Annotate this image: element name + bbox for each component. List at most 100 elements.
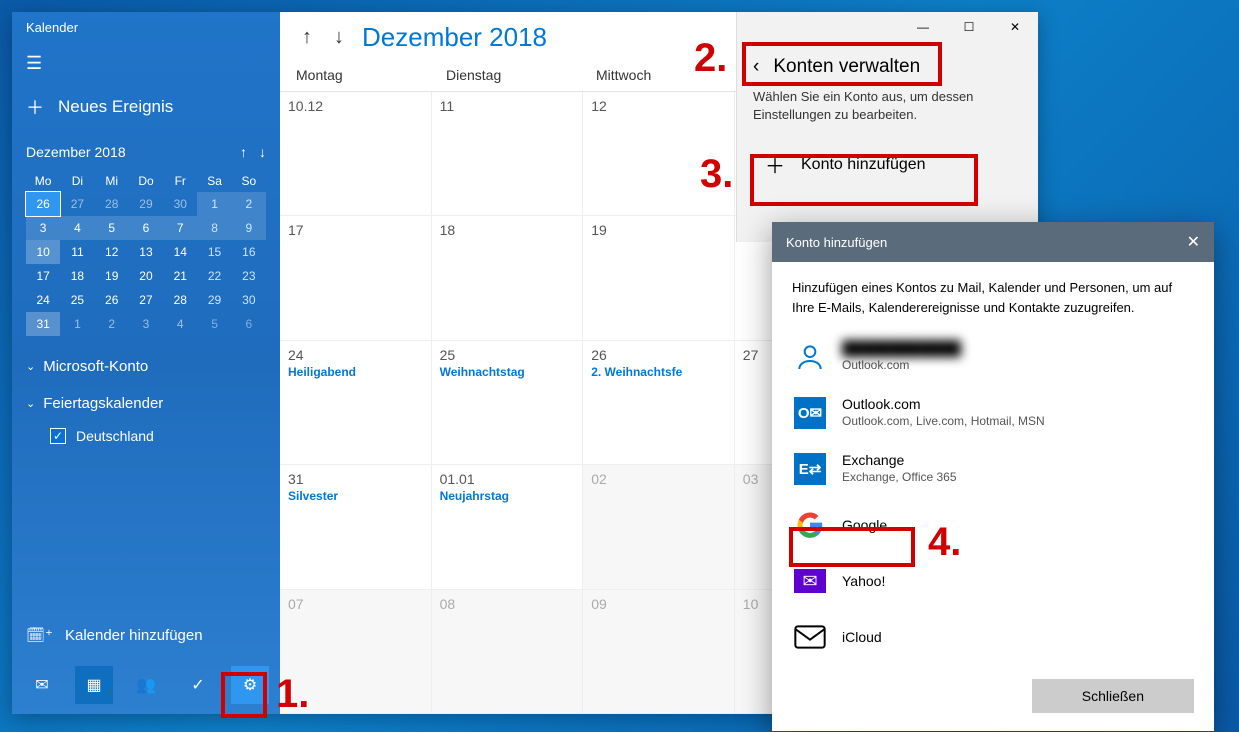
mini-day[interactable]: 17 [26, 264, 60, 288]
mini-day[interactable]: 5 [95, 216, 129, 240]
add-calendar-button[interactable]: 🗓︎⁺ Kalender hinzufügen [12, 614, 280, 656]
checkbox-checked-icon[interactable]: ✓ [50, 428, 66, 444]
hamburger-icon[interactable]: ☰ [12, 43, 280, 84]
account-name: Outlook.com [842, 396, 1045, 412]
account-list: ████████████Outlook.comO✉Outlook.comOutl… [772, 329, 1214, 665]
annotation-box-3 [750, 154, 978, 206]
mini-day[interactable]: 3 [26, 216, 60, 240]
account-name: Exchange [842, 452, 957, 468]
mini-day[interactable]: 20 [129, 264, 163, 288]
day-cell[interactable]: 17 [280, 216, 432, 340]
account-option-user[interactable]: ████████████ Outlook.com [772, 329, 1214, 385]
mini-day[interactable]: 11 [60, 240, 94, 264]
holiday-section[interactable]: ⌄ Feiertagskalender [12, 385, 280, 422]
mini-day[interactable]: 3 [129, 312, 163, 336]
account-option-icloud[interactable]: iCloud [772, 609, 1214, 665]
mini-day[interactable]: 23 [232, 264, 266, 288]
event-label[interactable]: Heiligabend [288, 365, 423, 379]
calendar-icon[interactable]: ▦ [75, 666, 113, 704]
account-option-exchange[interactable]: E⇄ExchangeExchange, Office 365 [772, 441, 1214, 497]
mini-day[interactable]: 25 [60, 288, 94, 312]
mini-weekday: Mi [95, 170, 129, 192]
user-icon [792, 339, 828, 375]
account-sub: Outlook.com, Live.com, Hotmail, MSN [842, 414, 1045, 428]
account-section[interactable]: ⌄ Microsoft-Konto [12, 348, 280, 385]
weekday-label: Dienstag [438, 67, 588, 83]
dialog-close-icon[interactable]: ✕ [1187, 232, 1200, 252]
mini-prev-icon[interactable]: ↑ [240, 144, 247, 160]
mini-day[interactable]: 28 [163, 288, 197, 312]
day-cell[interactable]: 10.12 [280, 92, 432, 216]
day-cell[interactable]: 02 [583, 465, 735, 589]
holiday-item[interactable]: ✓ Deutschland [12, 422, 280, 450]
next-month-icon[interactable]: ↓ [326, 22, 352, 53]
todo-icon[interactable]: ✓ [179, 666, 217, 704]
account-sub: Outlook.com [842, 358, 909, 372]
mini-day[interactable]: 14 [163, 240, 197, 264]
mini-day[interactable]: 7 [163, 216, 197, 240]
event-label[interactable]: Weihnachtstag [440, 365, 575, 379]
event-label[interactable]: Silvester [288, 489, 423, 503]
mini-day[interactable]: 18 [60, 264, 94, 288]
maximize-icon[interactable]: ☐ [946, 12, 992, 42]
mini-day[interactable]: 1 [197, 192, 231, 216]
day-cell[interactable]: 19 [583, 216, 735, 340]
mini-day[interactable]: 26 [95, 288, 129, 312]
mini-day[interactable]: 5 [197, 312, 231, 336]
mini-day[interactable]: 27 [129, 288, 163, 312]
mini-day[interactable]: 30 [163, 192, 197, 216]
mini-day[interactable]: 21 [163, 264, 197, 288]
mini-day[interactable]: 30 [232, 288, 266, 312]
account-option-outlook[interactable]: O✉Outlook.comOutlook.com, Live.com, Hotm… [772, 385, 1214, 441]
day-cell[interactable]: 08 [432, 590, 584, 714]
day-cell[interactable]: 09 [583, 590, 735, 714]
mini-month-label: Dezember 2018 [26, 144, 126, 160]
mini-day[interactable]: 27 [60, 192, 94, 216]
mini-day[interactable]: 2 [95, 312, 129, 336]
close-icon[interactable]: ✕ [992, 12, 1038, 42]
day-cell[interactable]: 01.01Neujahrstag [432, 465, 584, 589]
day-cell[interactable]: 24Heiligabend [280, 341, 432, 465]
close-button[interactable]: Schließen [1032, 679, 1194, 713]
day-cell[interactable]: 11 [432, 92, 584, 216]
mini-next-icon[interactable]: ↓ [259, 144, 266, 160]
prev-month-icon[interactable]: ↑ [294, 22, 320, 53]
mini-day[interactable]: 2 [232, 192, 266, 216]
mini-day[interactable]: 1 [60, 312, 94, 336]
new-event-button[interactable]: ＋ Neues Ereignis [12, 84, 280, 138]
mini-day[interactable]: 6 [129, 216, 163, 240]
mini-day[interactable]: 10 [26, 240, 60, 264]
mini-day[interactable]: 26 [26, 192, 60, 216]
mini-day[interactable]: 16 [232, 240, 266, 264]
mini-day[interactable]: 6 [232, 312, 266, 336]
day-cell[interactable]: 18 [432, 216, 584, 340]
mini-day[interactable]: 12 [95, 240, 129, 264]
mini-day[interactable]: 24 [26, 288, 60, 312]
people-icon[interactable]: 👥 [127, 666, 165, 704]
mini-day[interactable]: 9 [232, 216, 266, 240]
mini-day[interactable]: 4 [60, 216, 94, 240]
minimize-icon[interactable]: — [900, 12, 946, 42]
mail-icon[interactable]: ✉ [23, 666, 61, 704]
plus-icon: ＋ [26, 94, 44, 120]
mini-day[interactable]: 29 [197, 288, 231, 312]
mini-day[interactable]: 13 [129, 240, 163, 264]
account-name: ████████████ [842, 340, 961, 356]
event-label[interactable]: Neujahrstag [440, 489, 575, 503]
holiday-item-label: Deutschland [76, 428, 154, 444]
day-cell[interactable]: 262. Weihnachtsfe [583, 341, 735, 465]
day-cell[interactable]: 25Weihnachtstag [432, 341, 584, 465]
mini-day[interactable]: 8 [197, 216, 231, 240]
mini-day[interactable]: 19 [95, 264, 129, 288]
event-label[interactable]: 2. Weihnachtsfe [591, 365, 726, 379]
mini-day[interactable]: 29 [129, 192, 163, 216]
mini-day[interactable]: 28 [95, 192, 129, 216]
mini-day[interactable]: 22 [197, 264, 231, 288]
mini-day[interactable]: 4 [163, 312, 197, 336]
dialog-title-bar: Konto hinzufügen ✕ [772, 222, 1214, 262]
annotation-num-2: 2. [694, 36, 727, 81]
mini-day[interactable]: 31 [26, 312, 60, 336]
day-cell[interactable]: 31Silvester [280, 465, 432, 589]
holiday-section-label: Feiertagskalender [43, 395, 163, 412]
mini-day[interactable]: 15 [197, 240, 231, 264]
